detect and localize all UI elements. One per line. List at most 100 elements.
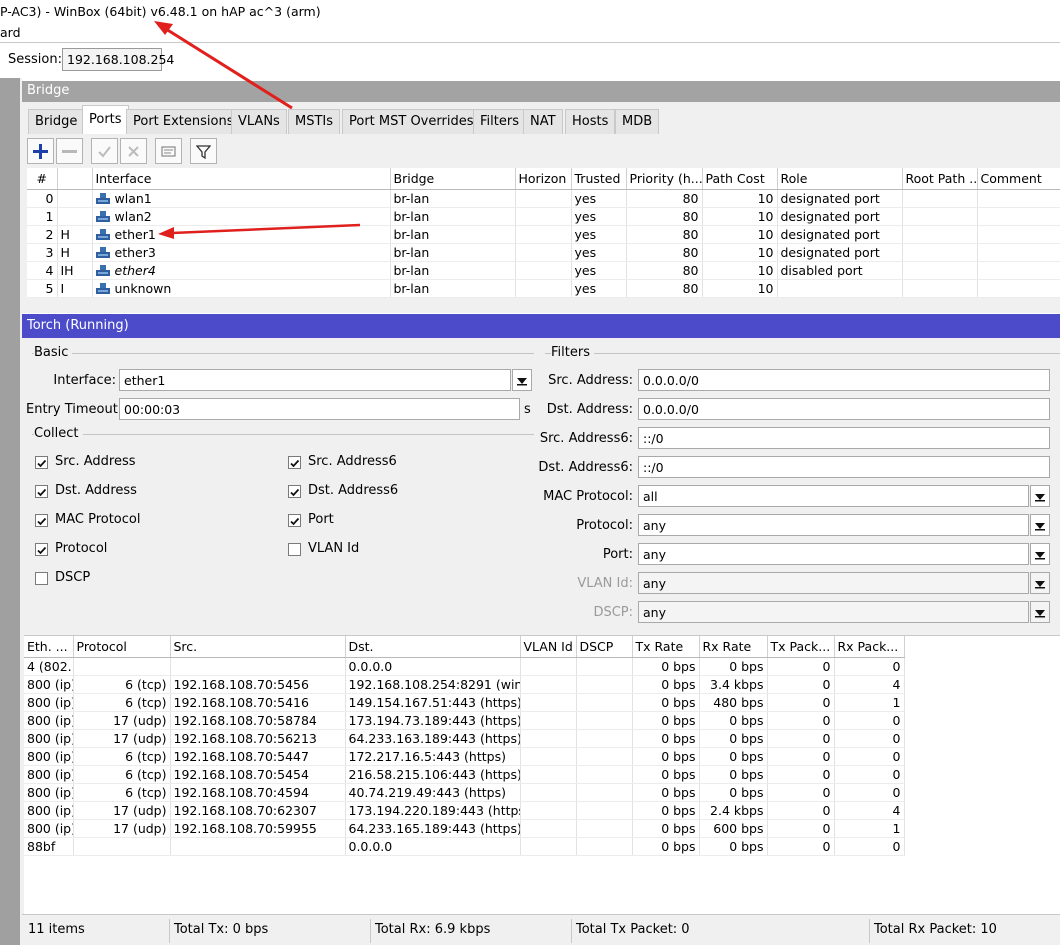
comment-button[interactable] — [155, 138, 182, 164]
table-row[interactable]: 4 IH ether4 br-lan yes 80 10 disabled port — [27, 261, 1060, 280]
session-field[interactable]: 192.168.108.254 — [62, 48, 174, 71]
table-row[interactable]: 800 (ip) 17 (udp) 192.168.108.70:59955 64.2… — [24, 819, 905, 838]
tab-ports[interactable]: Ports — [82, 105, 129, 134]
table-row[interactable]: 800 (ip) 6 (tcp) 192.168.108.70:5456 192.16… — [24, 675, 905, 694]
col-role[interactable]: Role — [777, 168, 903, 190]
dscp-field[interactable]: any — [638, 601, 1029, 623]
add-button[interactable] — [27, 138, 54, 164]
collect-mac-protocol-checkbox[interactable] — [35, 514, 48, 527]
protocol-field[interactable]: any — [638, 514, 1029, 536]
table-row[interactable]: 800 (ip) 6 (tcp) 192.168.108.70:5454 216.58… — [24, 765, 905, 784]
cell-src: 192.168.108.70:56213 — [170, 729, 346, 748]
collect-dst-address6-checkbox[interactable] — [288, 485, 301, 498]
table-row[interactable]: 800 (ip) 6 (tcp) 192.168.108.70:5416 149.15… — [24, 693, 905, 712]
table-row[interactable]: 800 (ip) 6 (tcp) 192.168.108.70:4594 40.74.… — [24, 783, 905, 802]
col-path-cost[interactable]: Path Cost — [702, 168, 778, 190]
mac-protocol-dropdown[interactable] — [1030, 485, 1050, 507]
protocol-dropdown[interactable] — [1030, 514, 1050, 536]
col-protocol[interactable]: Protocol — [73, 636, 171, 658]
table-row[interactable]: 3 Hether3 br-lan yes 80 10 designated port — [27, 243, 1060, 262]
cell-dst: 192.168.108.254:8291 (winb... — [345, 675, 521, 694]
col-trusted[interactable]: Trusted — [571, 168, 627, 190]
src-address-field[interactable]: 0.0.0.0/0 — [638, 369, 1050, 391]
cell-protocol: 6 (tcp) — [73, 765, 171, 784]
col-rx-rate[interactable]: Rx Rate — [699, 636, 768, 658]
collect-dscp-checkbox[interactable] — [35, 572, 48, 585]
dst-address-field[interactable]: 0.0.0.0/0 — [638, 398, 1050, 420]
table-row[interactable]: 800 (ip) 17 (udp) 192.168.108.70:62307 173.… — [24, 801, 905, 820]
col-priority[interactable]: Priority (h... — [626, 168, 703, 190]
dst-address6-field[interactable]: ::/0 — [638, 456, 1050, 478]
table-row[interactable]: 800 (ip) 6 (tcp) 192.168.108.70:5447 172.21… — [24, 747, 905, 766]
tab-vlans[interactable]: VLANs — [231, 109, 287, 134]
tab-hosts[interactable]: Hosts — [565, 109, 616, 134]
tab-port-extensions[interactable]: Port Extensions — [126, 109, 241, 134]
collect-vlan-id-checkbox[interactable] — [288, 543, 301, 556]
enable-button[interactable] — [91, 138, 118, 164]
cell-dscp — [576, 711, 633, 730]
collect-port-checkbox[interactable] — [288, 514, 301, 527]
col-horizon[interactable]: Horizon — [515, 168, 572, 190]
table-row[interactable]: 800 (ip) 17 (udp) 192.168.108.70:58784 173.… — [24, 711, 905, 730]
cell-dst: 149.154.167.51:443 (https) — [345, 693, 521, 712]
table-row[interactable]: 88bf 0.0.0.0 0 bps 0 bps 0 0 — [24, 837, 905, 856]
session-label: Session: — [8, 52, 62, 67]
port-dropdown[interactable] — [1030, 543, 1050, 565]
col-tx-rate[interactable]: Tx Rate — [632, 636, 700, 658]
cell-protocol: 17 (udp) — [73, 819, 171, 838]
menu-fragment[interactable]: ard — [0, 25, 21, 40]
table-row[interactable]: 800 (ip) 17 (udp) 192.168.108.70:56213 64.2… — [24, 729, 905, 748]
col-root-path[interactable]: Root Path ... — [902, 168, 978, 190]
collect-src-address6-checkbox[interactable] — [288, 456, 301, 469]
tab-nat[interactable]: NAT — [523, 109, 563, 134]
dscp-dropdown[interactable] — [1030, 601, 1050, 623]
cell-eth: 800 (ip) — [24, 819, 74, 838]
table-row[interactable]: 0 wlan1 br-lan yes 80 10 designated port — [27, 189, 1060, 208]
torch-table: Eth. ... Protocol Src. Dst. VLAN Id DSCP… — [24, 636, 905, 856]
col-src[interactable]: Src. — [170, 636, 346, 658]
cell-protocol: 6 (tcp) — [73, 693, 171, 712]
collect-src-address-checkbox[interactable] — [35, 456, 48, 469]
col-interface[interactable]: Interface — [92, 168, 391, 190]
col-flags[interactable] — [57, 168, 93, 190]
table-row[interactable]: 4 (802...0.0.0.00 bps0 bps00 — [24, 657, 905, 676]
basic-group-label: Basic — [34, 345, 73, 360]
cell-trusted: yes — [571, 225, 627, 244]
mac-protocol-field[interactable]: all — [638, 485, 1029, 507]
tab-bridge[interactable]: Bridge — [28, 109, 85, 134]
filter-button[interactable] — [190, 138, 217, 164]
cell-bridge: br-lan — [390, 279, 516, 298]
vlan-id-dropdown[interactable] — [1030, 572, 1050, 594]
entry-timeout-field[interactable]: 00:00:03 — [119, 398, 520, 420]
tab-filters[interactable]: Filters — [473, 109, 526, 134]
col-num[interactable]: # — [27, 168, 58, 190]
table-row[interactable]: 2 Hether1 br-lan yes 80 10 designated port — [27, 225, 1060, 244]
table-row[interactable]: 5 Iunknown br-lan yes 80 10 — [27, 279, 1060, 298]
col-tx-packets[interactable]: Tx Pack... — [767, 636, 835, 658]
col-comment[interactable]: Comment — [977, 168, 1060, 190]
cell-horizon — [515, 189, 572, 208]
col-dscp[interactable]: DSCP — [576, 636, 633, 658]
cell-num: 1 — [27, 207, 58, 226]
tab-port-mst-overrides[interactable]: Port MST Overrides — [342, 109, 481, 134]
tab-mdb[interactable]: MDB — [615, 109, 660, 134]
col-rx-packets[interactable]: Rx Pack... — [834, 636, 905, 658]
collect-protocol-checkbox[interactable] — [35, 543, 48, 556]
col-eth[interactable]: Eth. ... — [24, 636, 74, 658]
collect-dst-address-checkbox[interactable] — [35, 485, 48, 498]
cell-tx-rate: 0 bps — [632, 711, 700, 730]
port-field[interactable]: any — [638, 543, 1029, 565]
col-dst[interactable]: Dst. — [345, 636, 521, 658]
src-address6-field[interactable]: ::/0 — [638, 427, 1050, 449]
tab-mstis[interactable]: MSTIs — [288, 109, 341, 134]
vlan-id-field[interactable]: any — [638, 572, 1029, 594]
bridge-window-title[interactable]: Bridge — [22, 81, 1060, 102]
table-row[interactable]: 1 wlan2 br-lan yes 80 10 designated port — [27, 207, 1060, 226]
col-bridge[interactable]: Bridge — [390, 168, 516, 190]
interface-field[interactable]: ether1 — [119, 369, 511, 391]
torch-window-title[interactable]: Torch (Running) — [22, 314, 1060, 338]
col-vlan-id[interactable]: VLAN Id — [520, 636, 577, 658]
remove-button[interactable] — [56, 138, 83, 164]
collect-group-label: Collect — [34, 426, 83, 441]
disable-button[interactable] — [120, 138, 147, 164]
